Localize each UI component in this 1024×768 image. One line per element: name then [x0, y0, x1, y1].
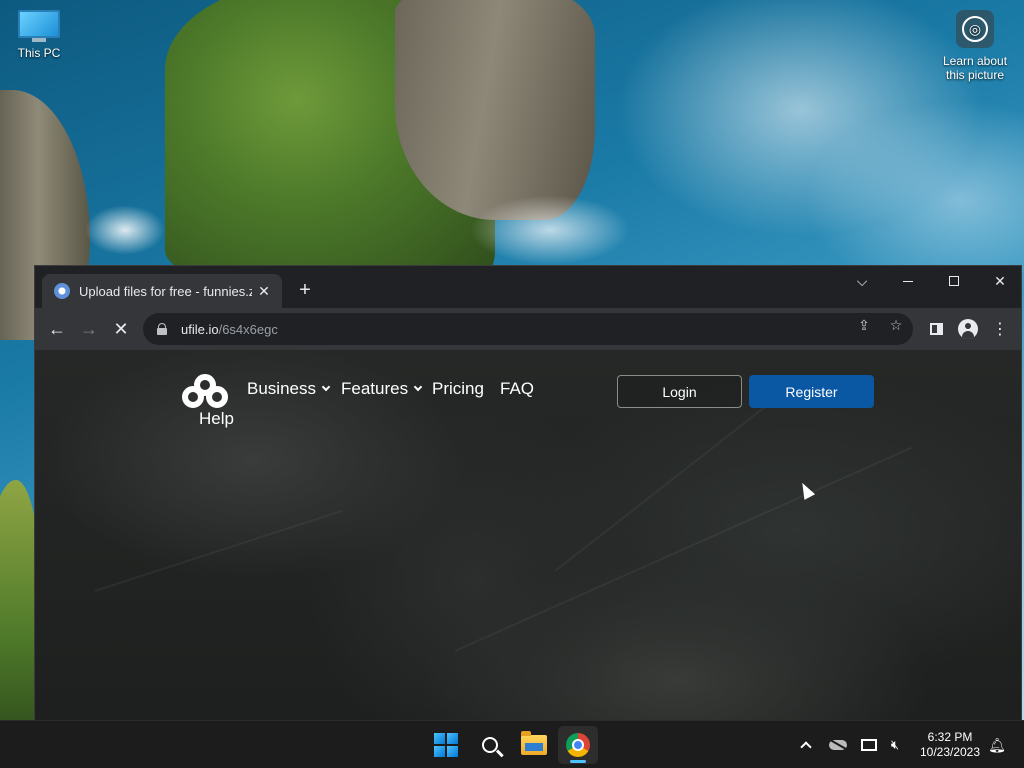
nav-faq[interactable]: FAQ: [500, 379, 534, 399]
chevron-down-icon: [321, 382, 331, 392]
nav-features-label: Features: [341, 379, 409, 398]
close-icon: ✕: [113, 318, 129, 339]
more-vertical-icon: ⋮: [992, 321, 1008, 338]
arrow-right-icon: →: [80, 318, 98, 339]
share-icon[interactable]: ⇪: [855, 316, 873, 334]
close-window-button[interactable]: ✕: [977, 266, 1023, 296]
site-logo-icon[interactable]: [182, 374, 228, 410]
taskbar-clock[interactable]: 6:32 PM 10/23/2023: [914, 721, 986, 768]
register-button[interactable]: Register: [749, 375, 874, 408]
desktop-icon-learn-about-picture[interactable]: ◎ Learn about this picture: [934, 10, 1016, 82]
taskbar: 🔇︎ 6:32 PM 10/23/2023 🔔︎: [0, 720, 1024, 768]
bell-icon: 🔔︎: [988, 736, 1006, 753]
onedrive-tray-button[interactable]: [826, 721, 850, 768]
bookmark-star-icon[interactable]: ☆: [887, 316, 905, 334]
tab-strip: Upload files for free - funnies.zip ✕ + …: [35, 266, 1021, 308]
wallpaper-leaf-vein: [554, 385, 793, 572]
show-hidden-icons-button[interactable]: [796, 721, 816, 768]
tab-search-button[interactable]: ⌵: [839, 266, 885, 296]
chevron-down-icon: [413, 382, 423, 392]
maximize-button[interactable]: [931, 266, 977, 296]
forward-button[interactable]: →: [76, 316, 102, 342]
lock-icon[interactable]: [157, 323, 167, 335]
clock-date: 10/23/2023: [919, 745, 981, 759]
folder-icon: [521, 731, 547, 755]
active-app-indicator: [570, 760, 586, 763]
minimize-button[interactable]: [885, 266, 931, 296]
login-button[interactable]: Login: [617, 375, 742, 408]
address-bar[interactable]: ufile.io/6s4x6egc: [143, 313, 913, 345]
wallpaper-foam: [85, 205, 165, 255]
side-panel-icon: [929, 323, 943, 335]
volume-tray-button[interactable]: 🔇︎: [884, 721, 906, 768]
url-path: /6s4x6egc: [218, 321, 278, 337]
back-button[interactable]: ←: [44, 316, 70, 342]
cloud-offline-icon: [829, 740, 847, 750]
browser-window: Upload files for free - funnies.zip ✕ + …: [34, 265, 1022, 720]
chrome-icon: [566, 733, 590, 757]
wallpaper-leaf-vein: [94, 509, 343, 592]
search-icon: [482, 737, 498, 753]
desktop-icon-label: This PC: [17, 46, 61, 60]
network-icon: [861, 739, 877, 751]
volume-muted-icon: 🔇︎: [890, 737, 900, 752]
avatar-icon: [958, 319, 978, 339]
start-button[interactable]: [426, 726, 466, 764]
windows-logo-icon: [434, 733, 458, 757]
tab-title: Upload files for free - funnies.zip: [79, 283, 252, 299]
taskbar-search-button[interactable]: [470, 726, 510, 764]
network-tray-button[interactable]: [858, 721, 880, 768]
wallpaper-foam: [470, 195, 630, 265]
url-host: ufile.io: [181, 321, 219, 337]
close-icon: ✕: [994, 272, 1006, 289]
close-tab-icon[interactable]: ✕: [256, 283, 272, 300]
notifications-button[interactable]: 🔔︎: [986, 721, 1008, 768]
taskbar-chrome[interactable]: [558, 726, 598, 764]
nav-business[interactable]: Business: [247, 379, 331, 399]
nav-pricing[interactable]: Pricing: [432, 379, 484, 399]
wallpaper-rock: [395, 0, 595, 220]
side-panel-button[interactable]: [925, 318, 947, 340]
profile-button[interactable]: [957, 318, 979, 340]
chevron-down-icon: ⌵: [856, 272, 868, 289]
taskbar-file-explorer[interactable]: [514, 726, 554, 764]
browser-menu-button[interactable]: ⋮: [989, 318, 1011, 340]
nav-features[interactable]: Features: [341, 379, 423, 399]
new-tab-button[interactable]: +: [293, 278, 317, 302]
browser-tab[interactable]: Upload files for free - funnies.zip ✕: [42, 274, 282, 308]
browser-toolbar: ← → ✕ ufile.io/6s4x6egc ⇪ ☆ ⋮: [35, 308, 1021, 350]
desktop-icon-this-pc[interactable]: This PC: [8, 10, 70, 60]
maximize-icon: [949, 276, 959, 286]
arrow-left-icon: ←: [48, 318, 66, 339]
stop-loading-button[interactable]: ✕: [108, 316, 134, 342]
page-viewport: Business Features Pricing FAQ Help Login…: [35, 350, 1021, 720]
computer-icon: [18, 10, 60, 42]
nav-help[interactable]: Help: [199, 409, 234, 429]
minimize-icon: [903, 280, 913, 282]
wallpaper-leaf-vein: [454, 446, 913, 652]
loading-favicon-icon: [54, 283, 70, 299]
clock-time: 6:32 PM: [927, 730, 973, 744]
camera-icon: ◎: [956, 10, 994, 48]
nav-business-label: Business: [247, 379, 316, 398]
chevron-up-icon: [800, 741, 812, 753]
desktop-icon-label: Learn about this picture: [942, 54, 1008, 82]
